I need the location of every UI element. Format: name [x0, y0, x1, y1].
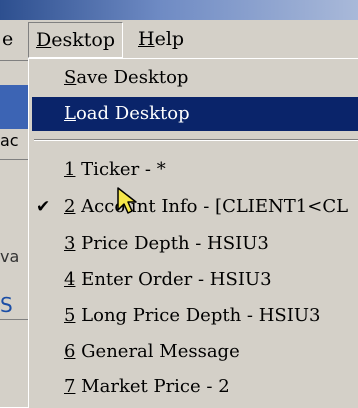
- menu-item-label: 4 Enter Order - HSIU3: [64, 263, 272, 297]
- menu-desktop-label: esktop: [51, 29, 115, 51]
- label-text: Price Depth - HSIU3: [75, 233, 269, 254]
- menu-desktop-mnemonic: D: [36, 29, 52, 51]
- menu-help-mnemonic: H: [138, 28, 155, 50]
- background-text-fragment: ac: [0, 131, 19, 150]
- mnemonic: 1: [64, 159, 76, 180]
- menu-item-label: 5 Long Price Depth - HSIU3: [64, 299, 320, 333]
- menu-item-window-7[interactable]: 7 Market Price - 2: [32, 370, 358, 404]
- menu-item-window-4[interactable]: 4 Enter Order - HSIU3: [32, 263, 358, 297]
- label-text: Long Price Depth - HSIU3: [75, 305, 321, 326]
- menu-bar: e Desktop Help: [0, 20, 358, 61]
- label-text: Enter Order - HSIU3: [75, 269, 272, 290]
- label-text: General Message: [75, 341, 240, 362]
- menu-item-load-desktop[interactable]: Load Desktop: [32, 97, 358, 131]
- menu-item-save-desktop[interactable]: Save Desktop: [32, 61, 358, 95]
- menu-item-label: 2 Account Info - [CLIENT1<CL: [64, 190, 348, 224]
- mnemonic: 4: [64, 269, 76, 290]
- menu-desktop[interactable]: Desktop: [28, 22, 123, 58]
- background-window: ac va S: [0, 61, 30, 407]
- mnemonic: 6: [64, 341, 76, 362]
- mnemonic: S: [64, 67, 77, 88]
- menu-item-window-2[interactable]: ✔ 2 Account Info - [CLIENT1<CL: [32, 190, 358, 224]
- mnemonic: 2: [64, 196, 76, 217]
- menu-item-partial[interactable]: e: [0, 20, 19, 58]
- desktop-dropdown-menu: Save Desktop Load Desktop 1 Ticker - * ✔…: [28, 58, 358, 408]
- menu-item-label: Save Desktop: [64, 61, 188, 95]
- background-divider: [0, 319, 30, 320]
- menu-item-window-6[interactable]: 6 General Message: [32, 335, 358, 369]
- menu-item-label: 7 Market Price - 2: [64, 370, 230, 404]
- checkmark-icon: ✔: [36, 197, 51, 217]
- menu-help-label: elp: [154, 28, 185, 50]
- background-text-fragment: S: [0, 293, 13, 317]
- mnemonic: 3: [64, 233, 76, 254]
- background-selection-bar: [0, 85, 30, 129]
- background-divider: [0, 159, 30, 160]
- mnemonic: 5: [64, 305, 76, 326]
- mnemonic: L: [64, 103, 76, 124]
- label-text: oad Desktop: [75, 103, 190, 124]
- menu-item-window-1[interactable]: 1 Ticker - *: [32, 153, 358, 187]
- menu-item-label: Load Desktop: [64, 97, 190, 131]
- menu-item-label: 3 Price Depth - HSIU3: [64, 227, 269, 261]
- label-text: Ticker - *: [75, 159, 166, 180]
- label-text: ave Desktop: [76, 67, 189, 88]
- menu-separator: [34, 139, 358, 141]
- mouse-pointer-icon: [117, 187, 137, 214]
- menu-item-label: 6 General Message: [64, 335, 240, 369]
- menu-item-window-3[interactable]: 3 Price Depth - HSIU3: [32, 227, 358, 261]
- background-text-fragment: va: [0, 247, 20, 266]
- mnemonic: 7: [64, 376, 76, 397]
- menu-item-label: 1 Ticker - *: [64, 153, 166, 187]
- menu-help[interactable]: Help: [132, 20, 190, 58]
- window-title-bar: [0, 0, 358, 20]
- label-text: Market Price - 2: [75, 376, 230, 397]
- menu-item-window-5[interactable]: 5 Long Price Depth - HSIU3: [32, 299, 358, 333]
